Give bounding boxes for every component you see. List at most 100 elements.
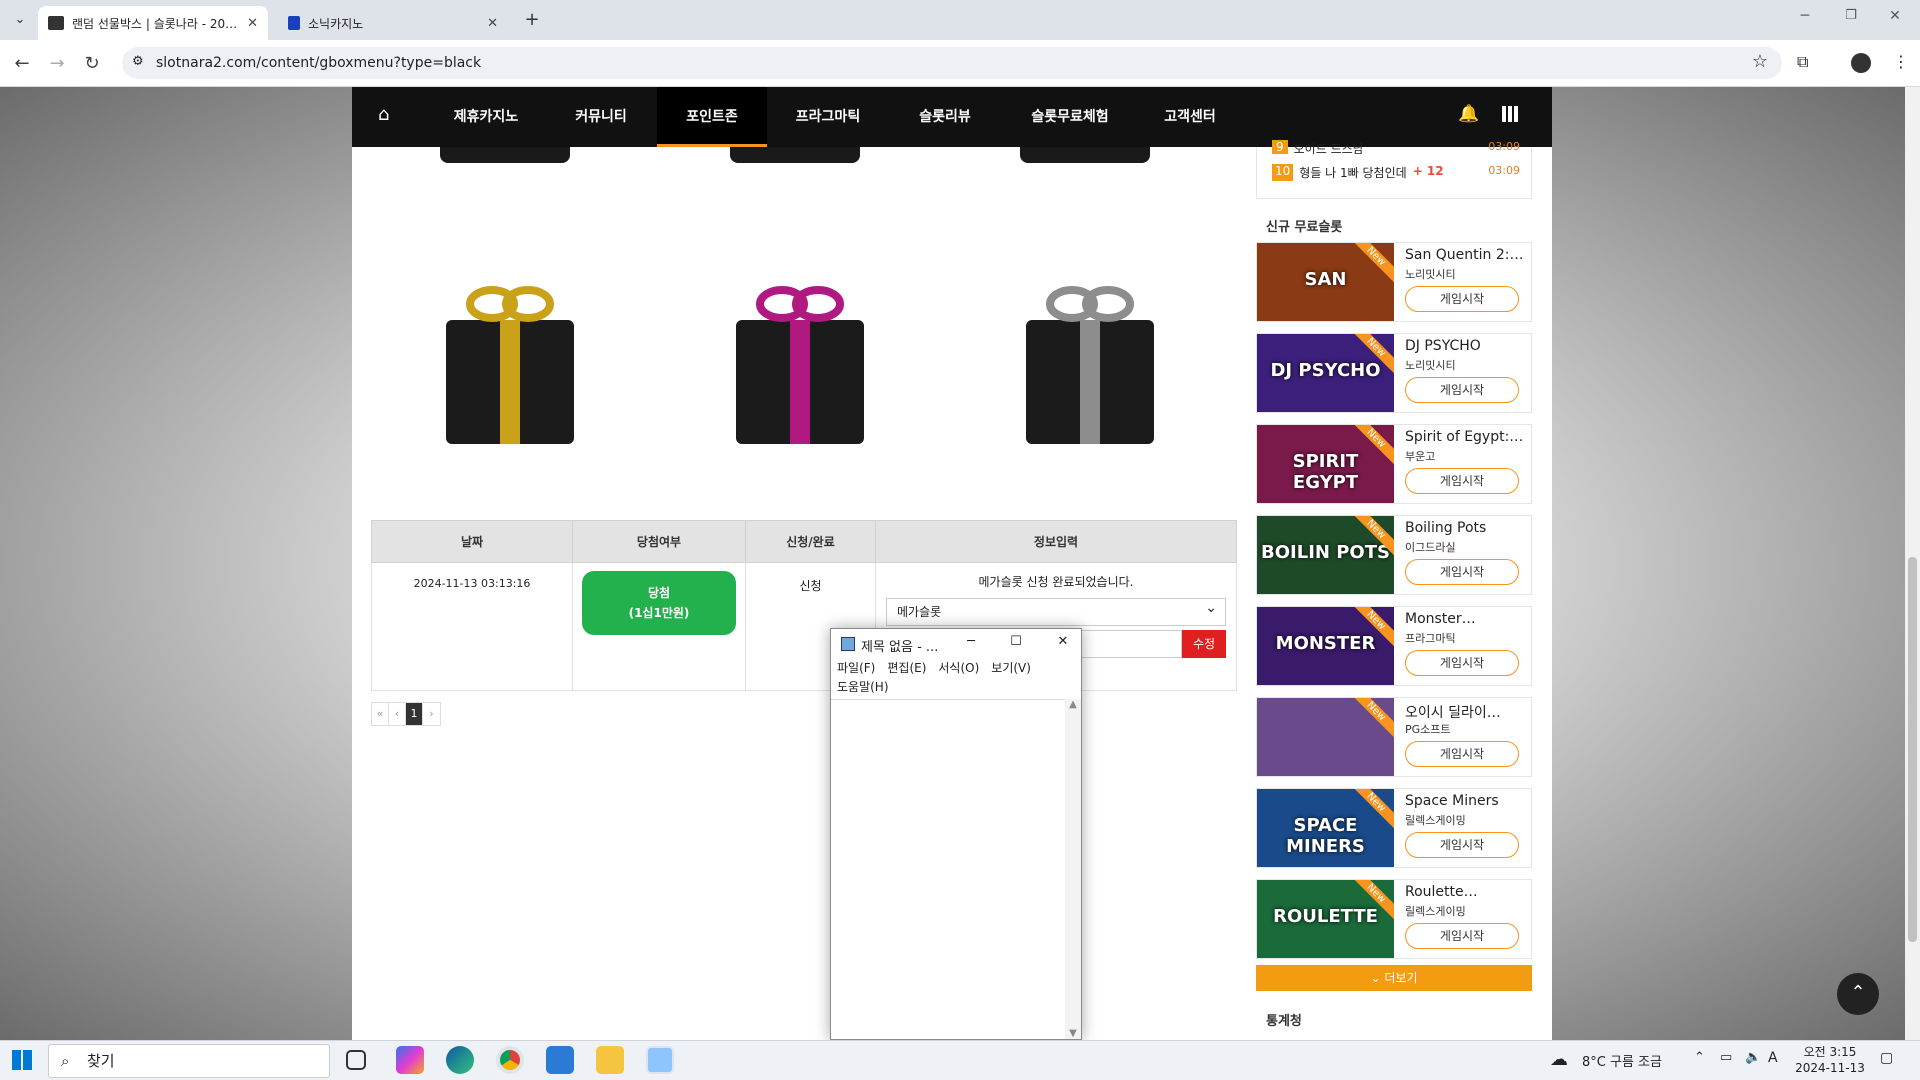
edge-icon[interactable] (446, 1046, 474, 1074)
menu-help[interactable]: 도움말(H) (837, 680, 889, 694)
rank-text: 형들 나 1빠 당첨인데 (1299, 166, 1407, 180)
game-thumbnail[interactable]: SPIRIT EGYPT New (1257, 425, 1394, 503)
game-thumbnail[interactable]: SPACE MINERS New (1257, 789, 1394, 867)
browser-menu-icon[interactable]: ⋮ (1893, 52, 1909, 71)
game-thumbnail[interactable]: MONSTER New (1257, 607, 1394, 685)
taskbar-search[interactable]: ⌕ 찾기 (48, 1044, 330, 1078)
menu-file[interactable]: 파일(F) (837, 661, 875, 675)
notepad-titlebar[interactable]: 제목 없음 - ... ─ ☐ ✕ (831, 629, 1081, 659)
page-current[interactable]: 1 (406, 703, 423, 725)
page-scrollbar[interactable] (1905, 87, 1920, 1040)
more-button[interactable]: ⌄ 더보기 (1256, 965, 1532, 991)
nav-customer-center[interactable]: 고객센터 (1150, 87, 1230, 147)
game-card[interactable]: MONSTER New Monster… 프라그마틱 게임시작 (1256, 606, 1532, 686)
chevron-up-icon[interactable]: ▲ (1065, 699, 1081, 710)
home-icon[interactable]: ⌂ (378, 104, 389, 125)
profile-avatar[interactable] (1851, 53, 1871, 73)
game-thumbnail[interactable]: DJ PSYCHO New (1257, 334, 1394, 412)
address-bar[interactable]: ⚙ slotnara2.com/content/gboxmenu?type=bl… (122, 47, 1782, 79)
page-first[interactable]: « (372, 703, 389, 725)
game-thumbnail[interactable]: ROULETTE New (1257, 880, 1394, 958)
close-button[interactable]: ✕ (1053, 634, 1073, 649)
game-card[interactable]: SAN New San Quentin 2:… 노리밋시티 게임시작 (1256, 242, 1532, 322)
restore-button[interactable]: ❐ (1836, 8, 1866, 23)
ime-indicator[interactable]: A (1768, 1050, 1778, 1066)
play-button[interactable]: 게임시작 (1405, 559, 1519, 585)
play-button[interactable]: 게임시작 (1405, 741, 1519, 767)
play-button[interactable]: 게임시작 (1405, 923, 1519, 949)
notification-icon[interactable]: ▢ (1880, 1050, 1893, 1066)
new-tab-button[interactable]: + (520, 8, 544, 32)
game-card[interactable]: SPACE MINERS New Space Miners 릴렉스게이밍 게임시작 (1256, 788, 1532, 868)
scrollbar-thumb[interactable] (1908, 557, 1917, 942)
grid-menu-icon[interactable] (1502, 106, 1518, 122)
bell-icon[interactable]: 🔔 (1458, 104, 1479, 124)
forward-button[interactable]: → (45, 52, 69, 76)
start-button[interactable] (12, 1050, 32, 1070)
game-card[interactable]: SPIRIT EGYPT New Spirit of Egypt:… 부운고 게임… (1256, 424, 1532, 504)
menu-format[interactable]: 서식(O) (938, 661, 979, 675)
chrome-icon[interactable] (496, 1046, 524, 1074)
nav-pragmatic[interactable]: 프라그마틱 (778, 87, 878, 147)
ranking-item[interactable]: 10 형들 나 1빠 당첨인데 + 12 03:09 (1272, 164, 1520, 181)
menu-view[interactable]: 보기(V) (991, 661, 1031, 675)
notepad-scrollbar[interactable]: ▲ ▼ (1065, 699, 1081, 1039)
volume-icon[interactable]: 🔈 (1745, 1050, 1761, 1065)
close-icon[interactable]: ✕ (247, 16, 258, 31)
weather-text[interactable]: 8°C 구름 조금 (1582, 1051, 1662, 1070)
store-icon[interactable] (546, 1046, 574, 1074)
menu-edit[interactable]: 편집(E) (887, 661, 926, 675)
game-card[interactable]: DJ PSYCHO New DJ PSYCHO 노리밋시티 게임시작 (1256, 333, 1532, 413)
play-button[interactable]: 게임시작 (1405, 468, 1519, 494)
close-window-button[interactable]: ✕ (1880, 8, 1910, 24)
maximize-button[interactable]: ☐ (1006, 634, 1026, 649)
tab-list-button[interactable]: ⌄ (8, 8, 32, 32)
gift-box-silver[interactable] (1020, 280, 1160, 450)
win-badge[interactable]: 당첨 (1십1만원) (582, 571, 736, 635)
site-select[interactable]: 메가슬롯 (886, 595, 1226, 626)
clock-date[interactable]: 2024-11-13 (1794, 1061, 1866, 1075)
reload-button[interactable]: ↻ (80, 52, 104, 76)
back-button[interactable]: ← (10, 52, 34, 76)
game-card[interactable]: BOILIN POTS New Boiling Pots 이그드라실 게임시작 (1256, 515, 1532, 595)
scroll-top-button[interactable]: ⌃ (1837, 973, 1879, 1015)
extensions-icon[interactable]: ⧉ (1797, 52, 1808, 72)
page-prev[interactable]: ‹ (389, 703, 406, 725)
nav-free-slot[interactable]: 슬롯무료체험 (1010, 87, 1130, 147)
nav-partner-casino[interactable]: 제휴카지노 (436, 87, 536, 147)
notepad-window[interactable]: 제목 없음 - ... ─ ☐ ✕ 파일(F) 편집(E) 서식(O) 보기(V) 도… (830, 628, 1082, 1040)
bookmark-star-icon[interactable]: ☆ (1752, 51, 1768, 72)
game-card[interactable]: New 오이시 딜라이… PG소프트 게임시작 (1256, 697, 1532, 777)
chevron-down-icon[interactable]: ▼ (1065, 1028, 1081, 1039)
ranking-item[interactable]: 9 오이드 드스남 03:09 (1272, 140, 1520, 154)
page-next[interactable]: › (423, 703, 440, 725)
notepad-text-area[interactable] (831, 699, 1081, 1039)
play-button[interactable]: 게임시작 (1405, 650, 1519, 676)
gift-box-magenta[interactable] (730, 280, 870, 450)
play-button[interactable]: 게임시작 (1405, 832, 1519, 858)
edit-button[interactable]: 수정 (1182, 630, 1226, 658)
gift-box-gold[interactable] (440, 280, 580, 450)
game-thumbnail[interactable]: New (1257, 698, 1394, 776)
game-thumbnail[interactable]: SAN New (1257, 243, 1394, 321)
play-button[interactable]: 게임시작 (1405, 377, 1519, 403)
notepad-taskbar-icon[interactable] (646, 1046, 674, 1074)
network-icon[interactable]: ▭ (1720, 1050, 1732, 1065)
nav-slot-review[interactable]: 슬롯리뷰 (900, 87, 990, 147)
tab-active[interactable]: 랜덤 선물박스 | 슬롯나라 - 20… ✕ (38, 6, 268, 40)
file-explorer-icon[interactable] (596, 1046, 624, 1074)
task-view-icon[interactable] (346, 1050, 366, 1070)
nav-point-zone[interactable]: 포인트존 (657, 87, 767, 147)
minimize-button[interactable]: ─ (1790, 8, 1820, 24)
site-info-icon[interactable]: ⚙ (132, 54, 144, 69)
nav-community[interactable]: 커뮤니티 (556, 87, 646, 147)
tab-inactive[interactable]: 소닉카지노 ✕ (278, 6, 508, 40)
tray-chevron-icon[interactable]: ⌃ (1694, 1050, 1705, 1065)
game-card[interactable]: ROULETTE New Roulette… 릴렉스게이밍 게임시작 (1256, 879, 1532, 959)
copilot-icon[interactable] (396, 1046, 424, 1074)
clock-time[interactable]: 오전 3:15 (1800, 1043, 1860, 1060)
minimize-button[interactable]: ─ (961, 634, 981, 649)
close-icon[interactable]: ✕ (487, 16, 498, 31)
play-button[interactable]: 게임시작 (1405, 286, 1519, 312)
game-thumbnail[interactable]: BOILIN POTS New (1257, 516, 1394, 594)
